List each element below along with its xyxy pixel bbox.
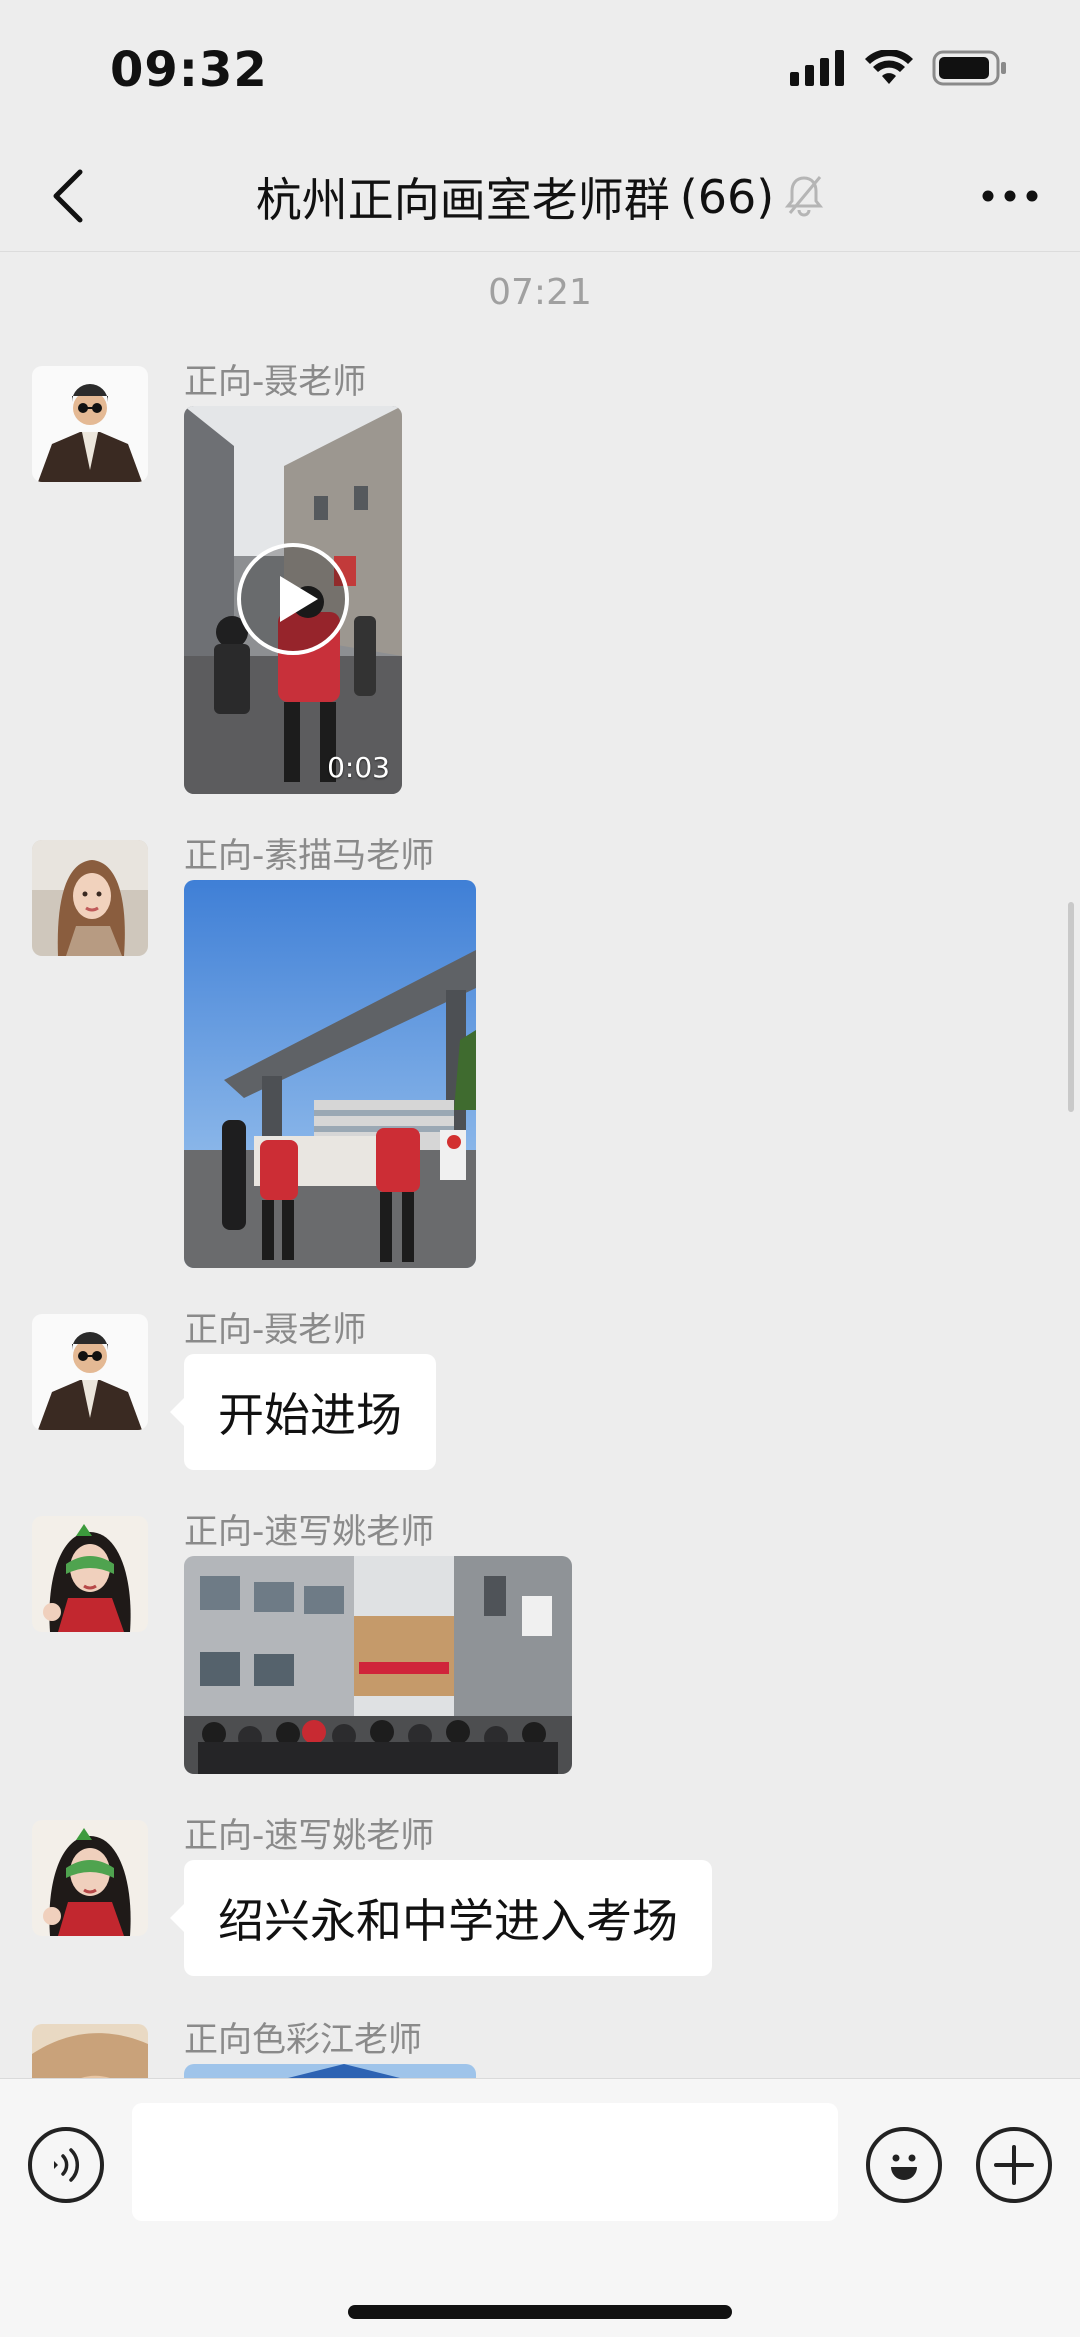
sender-name: 正向-速写姚老师: [184, 1816, 435, 1856]
image-message[interactable]: [184, 1556, 572, 1774]
member-count: (66): [679, 170, 775, 224]
battery-icon: [932, 50, 1008, 90]
signal-icon: [790, 50, 846, 90]
avatar[interactable]: [32, 1820, 148, 1936]
message-item: 正向-素描马老师: [32, 836, 1032, 1270]
avatar[interactable]: [32, 366, 148, 482]
chat-header: 杭州正向画室老师群 (66): [0, 140, 1080, 252]
home-indicator: [348, 2305, 732, 2319]
wifi-icon: [864, 49, 914, 90]
text-bubble[interactable]: 开始进场: [170, 1354, 436, 1470]
message-input[interactable]: [132, 2103, 838, 2221]
sender-name: 正向-聂老师: [184, 362, 367, 402]
sender-name: 正向-聂老师: [184, 1310, 367, 1350]
voice-icon: [54, 2148, 79, 2182]
message-item: 正向-聂老师 开始进场: [32, 1310, 1032, 1484]
message-item: 正向-速写姚老师 绍兴永和中学进入考场: [32, 1816, 1032, 1990]
avatar[interactable]: [32, 1516, 148, 1632]
status-time: 09:32: [110, 42, 268, 98]
message-item: 正向-聂老师 0:03: [32, 362, 1032, 796]
chat-title[interactable]: 杭州正向画室老师群 (66): [0, 164, 1080, 230]
emoji-icon: [891, 2154, 917, 2180]
plus-button[interactable]: [976, 2127, 1052, 2203]
group-name: 杭州正向画室老师群: [255, 173, 670, 227]
avatar[interactable]: [32, 2024, 148, 2078]
avatar[interactable]: [32, 840, 148, 956]
video-duration: 0:03: [327, 751, 390, 784]
input-bar: [0, 2078, 1080, 2337]
image-message[interactable]: [184, 2064, 476, 2078]
video-message[interactable]: 0:03: [184, 406, 402, 794]
more-icon: [982, 190, 1038, 202]
message-list[interactable]: 07:21 正向-聂老师 0:03 正向-素描马老师 正向-聂老师 开始进场 正…: [0, 252, 1080, 2078]
mute-bell-icon: [784, 173, 824, 221]
message-timestamp: 07:21: [488, 272, 592, 313]
chat-screen: 09:32 杭州正向画室老师群 (66) 07:21 正向-聂老师 0:03 正…: [0, 0, 1080, 2337]
image-message[interactable]: [184, 880, 476, 1268]
message-item: 正向-速写姚老师: [32, 1512, 1032, 1776]
text-bubble[interactable]: 绍兴永和中学进入考场: [170, 1860, 712, 1976]
status-bar: 09:32: [0, 0, 1080, 140]
plus-icon: [994, 2145, 1034, 2185]
more-button[interactable]: [970, 164, 1050, 228]
emoji-button[interactable]: [866, 2127, 942, 2203]
sender-name: 正向-速写姚老师: [184, 1512, 435, 1552]
scrollbar-thumb[interactable]: [1068, 902, 1074, 1112]
status-icons: [790, 49, 1008, 90]
voice-button[interactable]: [28, 2127, 104, 2203]
message-item: 正向色彩江老师: [32, 2020, 1032, 2078]
sender-name: 正向色彩江老师: [184, 2020, 422, 2060]
avatar[interactable]: [32, 1314, 148, 1430]
sender-name: 正向-素描马老师: [184, 836, 435, 876]
